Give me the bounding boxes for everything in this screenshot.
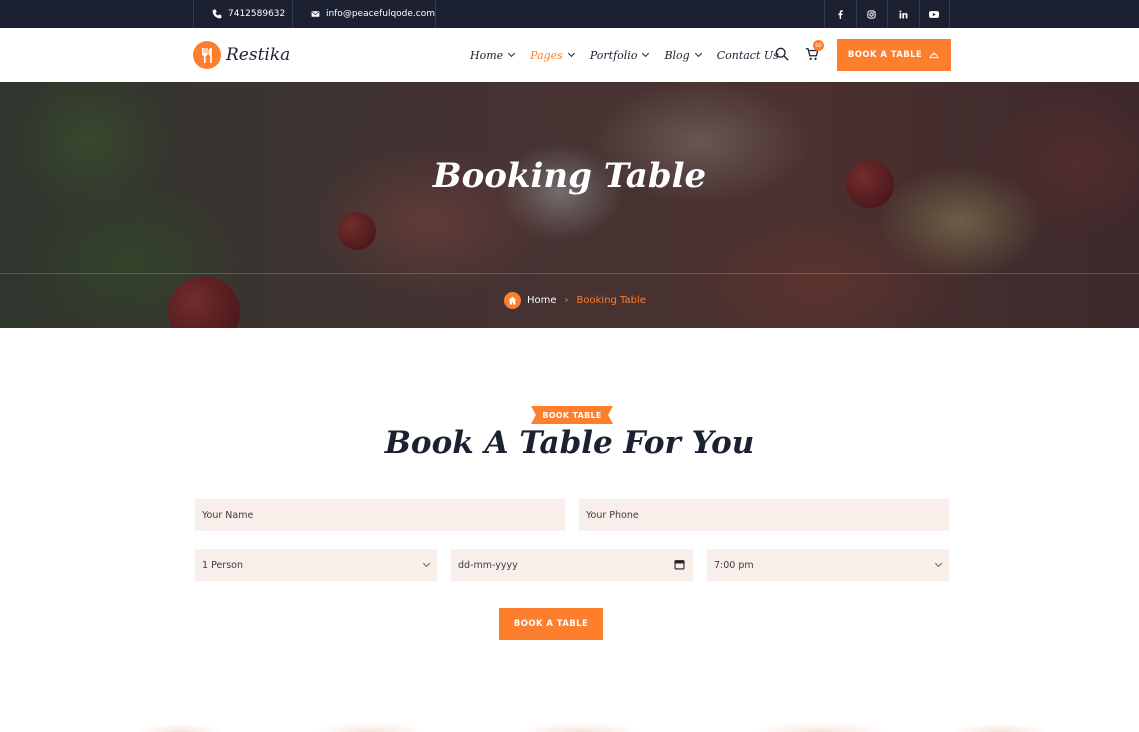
phone-field[interactable]: Your Phone — [579, 499, 949, 531]
instagram-icon[interactable] — [855, 0, 888, 28]
logo-mark-icon — [193, 41, 221, 69]
linkedin-icon[interactable] — [887, 0, 919, 28]
youtube-icon[interactable] — [918, 0, 950, 28]
nav-item-label: Portfolio — [589, 48, 638, 62]
social-links — [824, 0, 950, 28]
phone-field-placeholder: Your Phone — [586, 509, 639, 521]
nav-item-contact[interactable]: Contact Us — [717, 49, 779, 62]
topbar-phone-text: 7412589632 — [228, 9, 286, 19]
chevron-down-icon — [642, 49, 650, 58]
site-logo[interactable]: Restika — [193, 41, 290, 69]
main-nav: Home Pages Portfolio Blog Contact Us — [470, 28, 795, 82]
date-field-placeholder: dd-mm-yyyy — [458, 559, 518, 571]
breadcrumb-home[interactable]: Home — [527, 295, 557, 306]
chevron-down-icon — [567, 49, 575, 58]
calendar-icon[interactable] — [674, 559, 685, 570]
facebook-icon[interactable] — [824, 0, 856, 28]
nav-item-label: Contact Us — [716, 48, 779, 62]
phone-icon — [212, 9, 222, 19]
topbar-phone[interactable]: 7412589632 — [193, 0, 292, 28]
persons-select[interactable]: 1 Person — [195, 549, 437, 581]
page-title: Booking Table — [432, 156, 707, 196]
nav-item-portfolio[interactable]: Portfolio — [589, 48, 650, 62]
book-table-submit-button[interactable]: BOOK A TABLE — [499, 608, 603, 640]
topbar-email[interactable]: info@peacefulqode.com — [292, 0, 436, 28]
mail-icon — [311, 11, 320, 17]
book-table-submit-label: BOOK A TABLE — [513, 619, 589, 629]
time-select-value: 7:00 pm — [714, 559, 754, 571]
chevron-down-icon — [694, 49, 702, 58]
persons-select-value: 1 Person — [202, 559, 243, 571]
nav-item-label: Blog — [664, 48, 690, 62]
cloche-icon — [929, 52, 939, 59]
top-bar: 7412589632 info@peacefulqode.com — [0, 0, 1139, 28]
breadcrumb-current: Booking Table — [576, 295, 646, 306]
home-icon[interactable] — [504, 292, 521, 309]
breadcrumb-separator-icon: › — [564, 295, 569, 306]
page-hero: Booking Table Home › Booking Table — [0, 82, 1139, 328]
date-field[interactable]: dd-mm-yyyy — [451, 549, 693, 581]
topbar-email-text: info@peacefulqode.com — [325, 9, 435, 19]
book-table-header-button[interactable]: BOOK A TABLE — [837, 39, 951, 71]
nav-item-home[interactable]: Home — [470, 48, 516, 62]
nav-item-blog[interactable]: Blog — [664, 48, 702, 62]
cart-count-badge: 00 — [813, 40, 824, 51]
name-field[interactable]: Your Name — [195, 499, 565, 531]
decorative-bottom-pattern — [0, 714, 1139, 732]
nav-item-pages[interactable]: Pages — [530, 48, 575, 62]
section-title: Book A Table For You — [384, 425, 755, 461]
hero-divider — [0, 273, 1139, 274]
search-icon[interactable] — [775, 47, 789, 61]
name-field-placeholder: Your Name — [202, 509, 254, 521]
book-table-header-label: BOOK A TABLE — [847, 50, 923, 60]
logo-text: Restika — [226, 45, 291, 65]
chevron-down-icon — [508, 49, 516, 58]
time-select[interactable]: 7:00 pm — [707, 549, 949, 581]
main-header: Restika Home Pages Portfolio Blog Contac… — [0, 28, 1139, 82]
breadcrumb: Home › Booking Table — [504, 292, 646, 309]
chevron-down-icon — [422, 559, 431, 568]
nav-item-label: Home — [470, 48, 504, 62]
chevron-down-icon — [934, 559, 943, 568]
section-tag: BOOK TABLE — [531, 406, 613, 424]
nav-item-label: Pages — [530, 48, 563, 62]
